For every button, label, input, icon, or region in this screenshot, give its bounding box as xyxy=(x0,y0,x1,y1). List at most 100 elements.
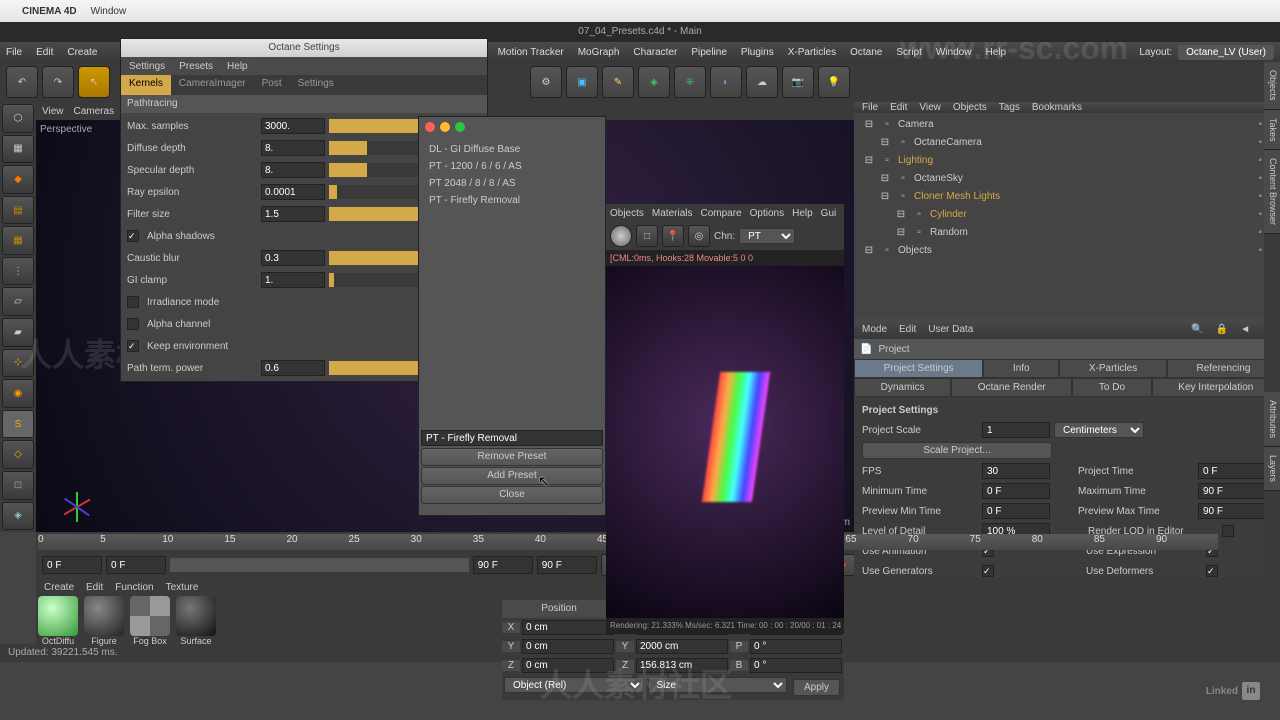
edge-mode-icon[interactable]: ▱ xyxy=(2,287,34,316)
frame-tick[interactable]: 10 xyxy=(162,534,224,550)
object-name[interactable]: Random xyxy=(930,227,1254,238)
attr-check[interactable] xyxy=(982,565,994,577)
frame-tick[interactable]: 40 xyxy=(535,534,597,550)
object-row[interactable]: ⊟▫Camera▪ xyxy=(856,115,1278,133)
misc-icon[interactable]: ◈ xyxy=(2,502,34,531)
material-item[interactable]: Fog Box xyxy=(128,596,172,644)
visibility-icon[interactable]: ▪ xyxy=(1258,137,1262,148)
project-scale-unit[interactable]: Centimeters xyxy=(1054,422,1144,438)
project-scale-input[interactable] xyxy=(982,422,1050,438)
texture-mode-icon[interactable]: ▤ xyxy=(2,196,34,225)
menu-pipeline[interactable]: Pipeline xyxy=(691,47,727,58)
tab-dynamics[interactable]: Dynamics xyxy=(854,378,951,397)
axis-icon[interactable]: ⊹ xyxy=(2,349,34,378)
render-lod-check[interactable] xyxy=(1222,525,1234,537)
channel-select[interactable]: PT xyxy=(739,228,795,244)
obj-menu-file[interactable]: File xyxy=(862,102,878,113)
object-name[interactable]: Objects xyxy=(898,245,1254,256)
snap-icon[interactable]: S xyxy=(2,410,34,439)
frame-tick[interactable]: 35 xyxy=(473,534,535,550)
frame-tick[interactable]: 90 xyxy=(1156,534,1218,550)
attr-input[interactable] xyxy=(1198,483,1266,499)
rp-options[interactable]: Options xyxy=(750,208,784,219)
material-item[interactable]: Figure xyxy=(82,596,126,644)
menu-character[interactable]: Character xyxy=(633,47,677,58)
render-lock-icon[interactable]: □ xyxy=(636,225,658,247)
model-mode-icon[interactable]: ▦ xyxy=(2,135,34,164)
coord-rot-input[interactable] xyxy=(750,658,842,673)
object-row[interactable]: ⊟▫OctaneCamera▪ xyxy=(856,133,1278,151)
frame-tick[interactable]: 80 xyxy=(1032,534,1094,550)
tab-info[interactable]: Info xyxy=(983,359,1059,378)
camera-icon[interactable]: 📷 xyxy=(782,66,814,98)
param-input[interactable] xyxy=(261,118,325,134)
attr-input[interactable] xyxy=(982,463,1050,479)
object-name[interactable]: Lighting xyxy=(898,155,1254,166)
frame-max[interactable] xyxy=(537,556,597,574)
visibility-icon[interactable]: ▪ xyxy=(1258,119,1262,130)
param-input[interactable] xyxy=(261,162,325,178)
object-tree[interactable]: ⊟▫Camera▪⊟▫OctaneCamera▪⊟▫Lighting▪⊟▫Oct… xyxy=(854,113,1280,319)
oct-settings[interactable]: Settings xyxy=(129,61,165,72)
coord-pos-input[interactable] xyxy=(522,658,614,673)
frame-tick[interactable]: 0 xyxy=(38,534,100,550)
search-icon[interactable]: 🔍 xyxy=(1191,324,1203,335)
octane-title[interactable]: Octane Settings xyxy=(121,39,487,57)
param-input[interactable] xyxy=(261,250,325,266)
obj-menu-view[interactable]: View xyxy=(919,102,941,113)
oct-help[interactable]: Help xyxy=(227,61,248,72)
param-input[interactable] xyxy=(261,360,325,376)
oct-section[interactable]: Pathtracing xyxy=(121,95,487,113)
attr-mode[interactable]: Mode xyxy=(862,324,887,335)
frame-range-start[interactable] xyxy=(106,556,166,574)
material-item[interactable]: Surface xyxy=(174,596,218,644)
prev-icon[interactable]: ◄ xyxy=(1240,324,1250,335)
make-editable-icon[interactable]: ⬡ xyxy=(2,104,34,133)
object-row[interactable]: ⊟▫Random▪ xyxy=(856,223,1278,241)
point-mode-icon[interactable]: ⋮ xyxy=(2,257,34,286)
scale-project-button[interactable]: Scale Project... xyxy=(862,442,1052,459)
subdiv-icon[interactable]: ◈ xyxy=(638,66,670,98)
rstrip-layers[interactable]: Layers xyxy=(1264,447,1280,491)
oct-tab-cameraimager[interactable]: CameraImager xyxy=(171,75,254,95)
preset-item[interactable]: DL - GI Diffuse Base xyxy=(423,141,601,158)
preset-list[interactable]: DL - GI Diffuse BasePT - 1200 / 6 / 6 / … xyxy=(419,137,605,427)
object-name[interactable]: Cloner Mesh Lights xyxy=(914,191,1254,202)
layout-selector[interactable]: Octane_LV (User) xyxy=(1178,45,1274,60)
param-input[interactable] xyxy=(261,184,325,200)
expand-icon[interactable]: ⊟ xyxy=(862,153,876,167)
viewport-solo-icon[interactable]: ◉ xyxy=(2,379,34,408)
visibility-icon[interactable]: ▪ xyxy=(1258,191,1262,202)
render-focus-icon[interactable]: ◎ xyxy=(688,225,710,247)
redo-icon[interactable]: ↷ xyxy=(42,66,74,98)
param-checkbox[interactable] xyxy=(127,230,139,242)
attr-input[interactable] xyxy=(982,483,1050,499)
preset-item[interactable]: PT - 1200 / 6 / 6 / AS xyxy=(423,158,601,175)
attr-input[interactable] xyxy=(1198,463,1266,479)
rstrip-takes[interactable]: Takes xyxy=(1264,110,1280,151)
object-row[interactable]: ⊟▫Objects▪ xyxy=(856,241,1278,259)
coord-rot-input[interactable] xyxy=(750,639,842,654)
frame-tick[interactable]: 70 xyxy=(908,534,970,550)
expand-icon[interactable]: ⊟ xyxy=(878,171,892,185)
rp-materials[interactable]: Materials xyxy=(652,208,693,219)
obj-menu-objects[interactable]: Objects xyxy=(953,102,987,113)
frame-tick[interactable]: 65 xyxy=(845,534,907,550)
workplane-icon[interactable]: ▦ xyxy=(2,226,34,255)
rstrip-attributes[interactable]: Attributes xyxy=(1264,392,1280,447)
render-pin-icon[interactable]: 📍 xyxy=(662,225,684,247)
mac-menu-window[interactable]: Window xyxy=(91,6,127,17)
add-preset-button[interactable]: Add Preset xyxy=(421,467,603,485)
material-item[interactable]: OctDiffu xyxy=(36,596,80,644)
coord-pos-input[interactable] xyxy=(522,639,614,654)
oct-presets[interactable]: Presets xyxy=(179,61,213,72)
visibility-icon[interactable]: ▪ xyxy=(1258,245,1262,256)
object-name[interactable]: OctaneCamera xyxy=(914,137,1254,148)
oct-tab-settings[interactable]: Settings xyxy=(290,75,342,95)
visibility-icon[interactable]: ▪ xyxy=(1258,209,1262,220)
frame-tick[interactable]: 30 xyxy=(411,534,473,550)
vp-view[interactable]: View xyxy=(42,106,64,117)
attr-check[interactable] xyxy=(1206,565,1218,577)
rstrip-objects[interactable]: Objects xyxy=(1264,62,1280,110)
preset-name-input[interactable] xyxy=(421,430,603,446)
